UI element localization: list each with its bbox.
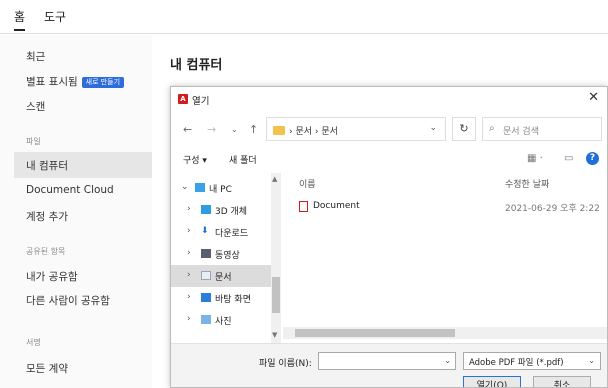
dialog-footer: 파일 이름(N): ⌄ Adobe PDF 파일 (*.pdf) ⌄ 열기(O)… — [171, 343, 607, 387]
pdf-file-icon — [299, 201, 308, 212]
file-name: Document — [313, 201, 360, 211]
command-bar: 구성 ▾ 새 폴더 ▦ · ▭ ? — [171, 149, 607, 171]
tab-tools[interactable]: 도구 — [44, 8, 66, 25]
file-name-label: 파일 이름(N): — [259, 359, 312, 369]
preview-pane-icon[interactable]: ▭ — [564, 153, 573, 164]
tree-item-pictures[interactable]: › 사진 — [171, 309, 281, 331]
tree-item-downloads[interactable]: › ⬇ 다운로드 — [171, 221, 281, 243]
navigation-tree: ⌄ 내 PC › 3D 개체 › ⬇ 다운로드 › 동영상 › 문서 › 바탕 … — [171, 173, 281, 343]
page-title: 내 컴퓨터 — [170, 58, 223, 73]
file-modified: 2021-06-29 오후 2:22 — [505, 204, 600, 214]
section-files: 파일 — [26, 137, 41, 146]
file-type-select[interactable]: Adobe PDF 파일 (*.pdf) ⌄ — [463, 352, 601, 370]
tree-item-desktop[interactable]: › 바탕 화면 — [171, 287, 281, 309]
open-dialog: A 열기 ✕ ← → ⌄ ↑ › 문서 › 문서 ⌄ ↻ ⌕ 문서 검색 구성 … — [170, 86, 608, 388]
sidebar-item-add-account[interactable]: 계정 추가 — [26, 209, 68, 224]
sidebar-item-all-agreements[interactable]: 모든 계약 — [26, 361, 68, 376]
top-bar: 홈 도구 — [0, 0, 608, 34]
search-icon: ⌕ — [489, 123, 495, 134]
tree-item-documents[interactable]: › 문서 — [171, 265, 281, 287]
column-header-modified[interactable]: 수정한 날짜 — [505, 177, 549, 190]
view-options-icon[interactable]: ▦ · — [527, 153, 543, 164]
sidebar-item-shared-by-me[interactable]: 내가 공유함 — [26, 269, 78, 284]
sidebar-item-recent[interactable]: 최근 — [26, 49, 45, 64]
folder-icon — [273, 126, 285, 135]
address-bar[interactable]: › 문서 › 문서 ⌄ — [266, 117, 446, 141]
organize-button[interactable]: 구성 ▾ — [183, 153, 207, 166]
tab-home[interactable]: 홈 — [14, 8, 26, 31]
file-list-horizontal-scrollbar[interactable] — [283, 327, 607, 339]
help-icon[interactable]: ? — [586, 152, 599, 165]
tree-scrollbar[interactable]: ▲ ▼ — [271, 173, 281, 343]
cancel-button[interactable]: 취소 — [533, 376, 591, 387]
column-header-name[interactable]: 이름 — [299, 177, 316, 190]
back-arrow-icon[interactable]: ← — [183, 123, 192, 136]
documents-icon — [201, 271, 211, 280]
sidebar-item-shared-by-others[interactable]: 다른 사람이 공유함 — [26, 293, 110, 308]
refresh-icon: ↻ — [459, 122, 469, 135]
scrollbar-thumb[interactable] — [295, 329, 455, 337]
refresh-button[interactable]: ↻ — [452, 117, 476, 141]
chevron-right-icon[interactable]: › — [187, 292, 191, 302]
tree-item-videos[interactable]: › 동영상 — [171, 243, 281, 265]
dialog-titlebar[interactable]: A 열기 ✕ — [171, 87, 607, 111]
tree-item-label: 바탕 화면 — [215, 295, 251, 305]
chevron-down-icon[interactable]: ⌄ — [588, 356, 595, 365]
up-arrow-icon[interactable]: ↑ — [249, 123, 258, 136]
file-type-value: Adobe PDF 파일 (*.pdf) — [469, 358, 564, 368]
sidebar-item-label: 별표 표시됨 — [26, 76, 78, 88]
video-icon — [201, 249, 211, 258]
new-folder-button[interactable]: 새 폴더 — [229, 153, 257, 166]
section-signature: 서명 — [26, 338, 41, 347]
desktop-icon — [201, 293, 211, 302]
new-badge[interactable]: 새로 만들기 — [81, 77, 125, 88]
pictures-icon — [201, 315, 211, 324]
pc-icon — [195, 183, 205, 192]
address-path: › 문서 › 문서 — [289, 127, 338, 137]
chevron-down-icon[interactable]: ⌄ — [444, 356, 451, 365]
chevron-right-icon[interactable]: › — [187, 314, 191, 324]
acrobat-icon: A — [178, 94, 188, 104]
chevron-right-icon[interactable]: › — [187, 226, 191, 236]
sidebar: 최근 별표 표시됨 새로 만들기 스캔 파일 내 컴퓨터 Document Clo… — [0, 35, 152, 388]
dialog-title: 열기 — [192, 96, 210, 107]
chevron-down-icon[interactable]: ⌄ — [429, 123, 437, 133]
tree-item-label: 다운로드 — [215, 229, 249, 239]
tree-item-label: 사진 — [215, 317, 232, 327]
chevron-right-icon[interactable]: › — [187, 270, 191, 280]
file-list: 이름 수정한 날짜 Document 2021-06-29 오후 2:22 — [283, 173, 607, 343]
scroll-down-icon[interactable]: ▼ — [272, 331, 277, 339]
open-button[interactable]: 열기(O) — [463, 376, 521, 387]
section-shared: 공유된 항목 — [26, 247, 66, 256]
recent-locations-chevron-icon[interactable]: ⌄ — [231, 125, 238, 134]
3d-objects-icon — [201, 205, 211, 214]
forward-arrow-icon[interactable]: → — [207, 123, 216, 136]
sidebar-item-document-cloud[interactable]: Document Cloud — [26, 184, 114, 196]
tree-item-label: 내 PC — [209, 185, 232, 195]
file-row[interactable]: Document 2021-06-29 오후 2:22 — [283, 197, 607, 217]
close-icon[interactable]: ✕ — [588, 90, 599, 105]
tree-item-label: 동영상 — [215, 251, 240, 261]
tree-item-label: 문서 — [215, 273, 232, 283]
sidebar-item-starred[interactable]: 별표 표시됨 새로 만들기 — [26, 74, 125, 89]
navigation-bar: ← → ⌄ ↑ › 문서 › 문서 ⌄ ↻ ⌕ 문서 검색 — [171, 117, 607, 143]
chevron-down-icon[interactable]: ⌄ — [181, 182, 189, 192]
chevron-right-icon[interactable]: › — [187, 204, 191, 214]
scrollbar-thumb[interactable] — [272, 277, 280, 313]
download-arrow-icon: ⬇ — [201, 226, 209, 236]
sidebar-item-my-computer[interactable]: 내 컴퓨터 — [26, 158, 68, 173]
search-box[interactable]: ⌕ 문서 검색 — [482, 117, 602, 141]
tree-item-3d-objects[interactable]: › 3D 개체 — [171, 199, 281, 221]
sidebar-item-scan[interactable]: 스캔 — [26, 99, 45, 114]
chevron-right-icon[interactable]: › — [187, 248, 191, 258]
file-name-input[interactable]: ⌄ — [318, 352, 456, 370]
scroll-up-icon[interactable]: ▲ — [272, 175, 277, 183]
tree-item-this-pc[interactable]: ⌄ 내 PC — [171, 177, 281, 199]
search-input[interactable]: 문서 검색 — [503, 124, 539, 137]
tree-item-label: 3D 개체 — [215, 207, 248, 217]
